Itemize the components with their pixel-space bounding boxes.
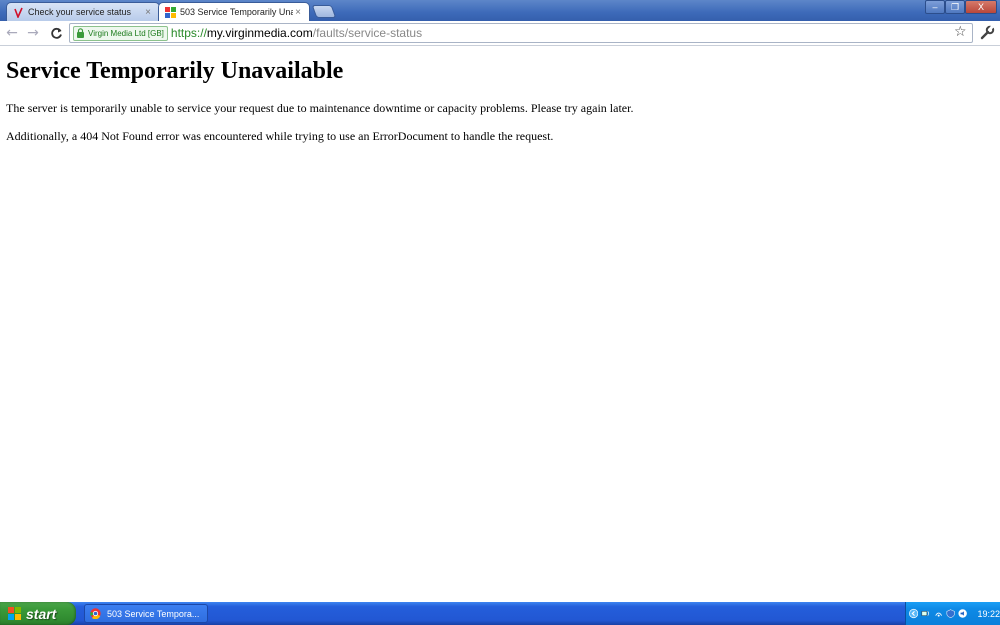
- tab-title: 503 Service Temporarily Unavailable: [180, 7, 293, 17]
- reload-button[interactable]: [48, 25, 64, 41]
- google-favicon-icon: [165, 6, 176, 18]
- taskbar-item-label: 503 Service Tempora...: [107, 608, 200, 619]
- reload-icon: [50, 27, 62, 39]
- url-host: my.virginmedia.com: [206, 26, 313, 40]
- forward-button[interactable]: →: [25, 25, 41, 41]
- windows-logo-icon: [8, 606, 21, 620]
- back-button[interactable]: ←: [4, 25, 20, 41]
- url-text[interactable]: https://my.virginmedia.com/faults/servic…: [171, 26, 422, 40]
- maximize-button[interactable]: ❐: [945, 0, 965, 14]
- clock[interactable]: 19:22: [977, 609, 1000, 619]
- tab-close-icon[interactable]: ×: [293, 7, 303, 18]
- system-tray: 19:22: [905, 602, 1000, 625]
- lock-icon: [77, 28, 84, 38]
- ev-certificate-badge[interactable]: Virgin Media Ltd [GB]: [73, 25, 168, 41]
- minimize-button[interactable]: –: [925, 0, 945, 14]
- page-heading: Service Temporarily Unavailable: [6, 58, 344, 84]
- windows-taskbar: start 503 Service Tempora... 19:22: [0, 602, 1000, 625]
- chrome-icon: [90, 608, 101, 619]
- error-message: The server is temporarily unable to serv…: [6, 101, 634, 115]
- start-label: start: [26, 605, 57, 622]
- url-scheme: https://: [170, 26, 207, 40]
- ev-certificate-label: Virgin Media Ltd [GB]: [88, 28, 164, 38]
- page-content: Service Temporarily Unavailable The serv…: [0, 47, 1000, 602]
- wrench-menu-icon[interactable]: [979, 25, 995, 41]
- taskbar-item-chrome[interactable]: 503 Service Tempora...: [84, 604, 208, 623]
- address-bar[interactable]: Virgin Media Ltd [GB] https://my.virginm…: [69, 23, 973, 43]
- browser-toolbar: ← → Virgin Media Ltd [GB] https://my.vir…: [0, 21, 1000, 46]
- network-icon[interactable]: [921, 608, 930, 619]
- browser-tab-strip: Check your service status × 503 Service …: [0, 0, 1000, 21]
- close-window-button[interactable]: X: [965, 0, 997, 14]
- new-tab-button[interactable]: [311, 5, 337, 18]
- tab-check-service-status[interactable]: Check your service status ×: [6, 2, 160, 21]
- volume-icon[interactable]: [958, 608, 968, 619]
- tray-chevron-icon[interactable]: [909, 608, 919, 619]
- url-path: /faults/service-status: [312, 26, 423, 40]
- error-document-message: Additionally, a 404 Not Found error was …: [6, 129, 554, 143]
- tab-503-service-unavailable[interactable]: 503 Service Temporarily Unavailable ×: [158, 2, 310, 21]
- tab-close-icon[interactable]: ×: [143, 7, 153, 18]
- bookmark-star-icon[interactable]: ☆: [954, 24, 967, 40]
- tab-title: Check your service status: [28, 7, 132, 17]
- security-shield-icon[interactable]: [946, 608, 955, 619]
- start-button[interactable]: start: [0, 602, 76, 625]
- wireless-icon[interactable]: [934, 608, 943, 619]
- virgin-media-favicon-icon: [14, 7, 23, 18]
